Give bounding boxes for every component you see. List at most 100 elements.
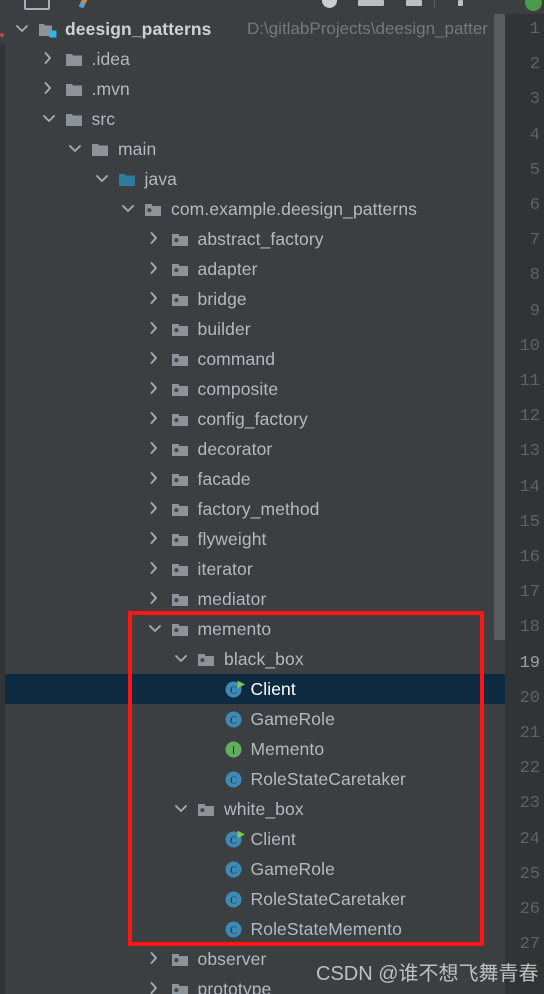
chevron-right-icon[interactable]	[148, 404, 166, 434]
chevron-right-icon[interactable]	[148, 374, 166, 404]
chevron-down-icon[interactable]	[174, 644, 192, 674]
tree-row[interactable]: deesign_patterns D:\gitlabProjects\deesig…	[5, 14, 505, 44]
chevron-right-icon[interactable]	[148, 224, 166, 254]
tree-row[interactable]: bridge	[5, 284, 505, 314]
chevron-right-icon[interactable]	[148, 974, 166, 994]
chevron-down-icon[interactable]	[174, 794, 192, 824]
tree-row-label: RoleStateCaretaker	[250, 889, 406, 909]
package-icon	[197, 650, 216, 668]
package-icon	[171, 380, 190, 398]
tree-row[interactable]: java	[5, 164, 505, 194]
package-icon	[171, 350, 190, 368]
edit-icon[interactable]	[78, 0, 89, 9]
tree-row[interactable]: C GameRole	[5, 704, 505, 734]
more-icon[interactable]	[458, 0, 463, 6]
tree-row[interactable]: black_box	[5, 644, 505, 674]
tree-row[interactable]: C Client	[5, 674, 505, 704]
chevron-right-icon[interactable]	[148, 254, 166, 284]
tree-row[interactable]: white_box	[5, 794, 505, 824]
package-icon	[171, 290, 190, 308]
chevron-right-icon[interactable]	[148, 584, 166, 614]
tree-row-label: memento	[197, 619, 272, 639]
chevron-right-icon[interactable]	[148, 434, 166, 464]
line-number: 11	[519, 372, 540, 391]
line-number: 26	[519, 900, 540, 919]
project-path-label: D:\gitlabProjects\deesign_patter	[247, 19, 488, 38]
tree-row-label: .mvn	[91, 79, 130, 99]
tree-row[interactable]: facade	[5, 464, 505, 494]
svg-text:C: C	[230, 865, 237, 876]
tree-row[interactable]: composite	[5, 374, 505, 404]
tree-row[interactable]: memento	[5, 614, 505, 644]
chevron-right-icon[interactable]	[42, 44, 60, 74]
tree-scrollbar-track[interactable]	[494, 14, 505, 994]
chevron-down-icon[interactable]	[121, 194, 139, 224]
tree-row[interactable]: .idea	[5, 44, 505, 74]
class-icon: C	[224, 920, 243, 938]
chevron-right-icon[interactable]	[148, 314, 166, 344]
toolbar-divider	[434, 0, 435, 8]
tree-row-label: flyweight	[197, 529, 267, 549]
tree-row-label: black_box	[224, 649, 304, 669]
line-number: 19	[519, 653, 540, 673]
stop-icon[interactable]	[406, 0, 422, 6]
gutter-top-spacer	[505, 0, 544, 14]
tree-row[interactable]: com.example.deesign_patterns	[5, 194, 505, 224]
folder-icon	[65, 50, 84, 68]
package-icon	[171, 980, 190, 994]
line-number: 13	[519, 442, 540, 462]
tree-row[interactable]: C RoleStateMemento	[5, 914, 505, 944]
tree-row[interactable]: C GameRole	[5, 854, 505, 884]
run-config-icon[interactable]	[358, 0, 384, 6]
tree-row[interactable]: command	[5, 344, 505, 374]
tree-row[interactable]: main	[5, 134, 505, 164]
tree-row-label: RoleStateCaretaker	[250, 769, 406, 789]
chevron-down-icon[interactable]	[42, 104, 60, 134]
tree-row[interactable]: factory_method	[5, 494, 505, 524]
line-number: 21	[519, 724, 540, 743]
tree-row[interactable]: config_factory	[5, 404, 505, 434]
project-tree[interactable]: deesign_patterns D:\gitlabProjects\deesig…	[5, 14, 505, 994]
package-icon	[197, 800, 216, 818]
tree-row-label: facade	[197, 469, 251, 489]
chevron-right-icon[interactable]	[148, 494, 166, 524]
tree-row-label: main	[118, 139, 157, 159]
chevron-right-icon[interactable]	[148, 524, 166, 554]
chevron-down-icon[interactable]	[15, 14, 33, 44]
tree-row-label: GameRole	[250, 709, 335, 729]
tree-row[interactable]: mediator	[5, 584, 505, 614]
tree-row[interactable]: adapter	[5, 254, 505, 284]
line-number: 6	[529, 196, 540, 215]
tree-row[interactable]: C Client	[5, 824, 505, 854]
tree-row[interactable]: C RoleStateCaretaker	[5, 764, 505, 794]
tree-scrollbar-thumb[interactable]	[494, 14, 505, 640]
tree-row[interactable]: I Memento	[5, 734, 505, 764]
tree-row[interactable]: src	[5, 104, 505, 134]
line-number: 8	[529, 266, 540, 286]
tree-row[interactable]: .mvn	[5, 74, 505, 104]
tree-row[interactable]: builder	[5, 314, 505, 344]
svg-text:I: I	[231, 745, 234, 756]
debug-icon[interactable]	[322, 0, 337, 8]
terminal-icon[interactable]	[24, 0, 50, 10]
chevron-right-icon[interactable]	[148, 344, 166, 374]
chevron-right-icon[interactable]	[148, 464, 166, 494]
tree-row[interactable]: abstract_factory	[5, 224, 505, 254]
chevron-right-icon[interactable]	[148, 284, 166, 314]
tree-row[interactable]: iterator	[5, 554, 505, 584]
chevron-right-icon[interactable]	[148, 944, 166, 974]
tree-row[interactable]: decorator	[5, 434, 505, 464]
package-icon	[171, 410, 190, 428]
chevron-right-icon[interactable]	[42, 74, 60, 104]
folder-icon	[91, 140, 110, 158]
tree-row[interactable]: C RoleStateCaretaker	[5, 884, 505, 914]
chevron-right-icon[interactable]	[148, 554, 166, 584]
chevron-down-icon[interactable]	[68, 134, 86, 164]
line-number: 1	[529, 20, 540, 39]
source-folder-icon	[118, 170, 137, 188]
chevron-down-icon[interactable]	[148, 614, 166, 644]
tree-row[interactable]: flyweight	[5, 524, 505, 554]
chevron-down-icon[interactable]	[95, 164, 113, 194]
package-icon	[171, 560, 190, 578]
toolbar-strip	[0, 0, 544, 14]
